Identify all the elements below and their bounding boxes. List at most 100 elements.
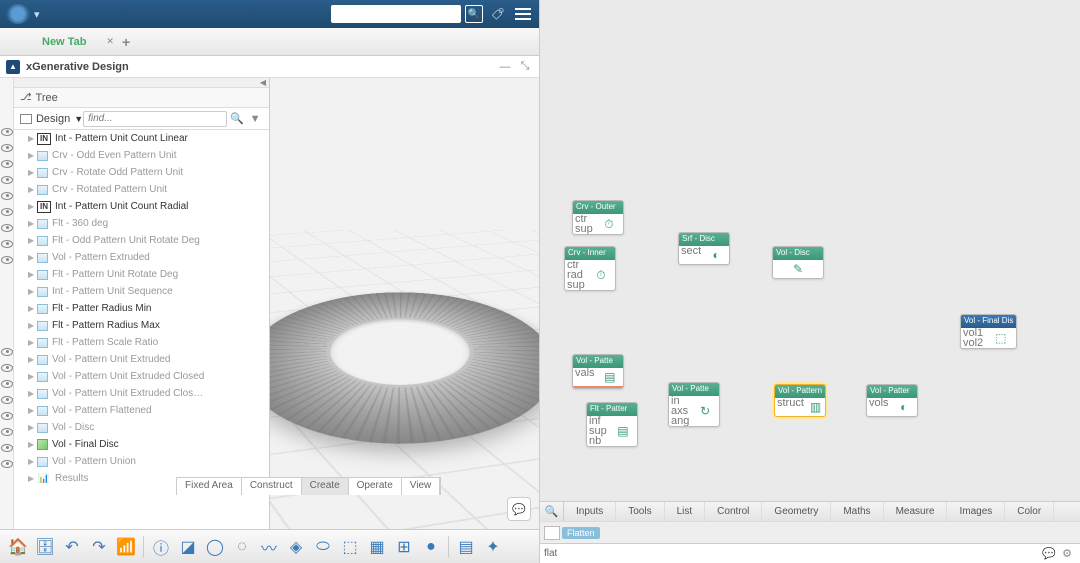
bottom-tab[interactable]: Create (302, 478, 349, 495)
eye-icon[interactable] (1, 240, 13, 248)
node-vol-patte-2[interactable]: Vol - Patte inaxsang↻ (668, 382, 720, 427)
category-tab[interactable]: Images (947, 502, 1005, 521)
tree-item[interactable]: ▶Vol - Pattern Union (14, 453, 269, 470)
design-label[interactable]: Design (36, 113, 70, 125)
cylinder-icon[interactable]: ⬭ (311, 535, 335, 559)
search-icon[interactable]: 🔍 (229, 111, 245, 127)
circle-icon[interactable]: ◯ (203, 535, 227, 559)
chat-icon[interactable]: 💬 (1040, 547, 1058, 560)
undo-icon[interactable]: ↶ (60, 535, 84, 559)
eye-icon[interactable] (1, 380, 13, 388)
expand-icon[interactable]: ▶ (28, 151, 36, 160)
node-vol-disc[interactable]: Vol - Disc ✎ (772, 246, 824, 279)
category-tab[interactable]: Geometry (762, 502, 831, 521)
expand-icon[interactable]: ▶ (28, 202, 36, 211)
tree-header[interactable]: ⎇ Tree (14, 88, 269, 108)
node-vol-patter[interactable]: Vol - Patter vols◐ (866, 384, 918, 417)
eye-icon[interactable] (1, 256, 13, 264)
tree-item[interactable]: ▶Vol - Pattern Flattened (14, 402, 269, 419)
expand-icon[interactable]: ▶ (28, 219, 36, 228)
expand-icon[interactable]: ▶ (28, 355, 36, 364)
eye-icon[interactable] (1, 428, 13, 436)
gear-icon[interactable]: ⚙ (1058, 547, 1076, 560)
node-vol-final-disc[interactable]: Vol - Final Dis vol1vol2⬚ (960, 314, 1017, 349)
info-icon[interactable]: ⓘ (149, 535, 173, 559)
tree-item[interactable]: ▶Flt - Pattern Radius Max (14, 317, 269, 334)
tree-item[interactable]: ▶Vol - Disc (14, 419, 269, 436)
expand-icon[interactable]: ▶ (28, 253, 36, 262)
search-input[interactable] (331, 5, 461, 23)
home-icon[interactable]: 🏠 (6, 535, 30, 559)
category-tab[interactable]: Control (705, 502, 762, 521)
tree-item[interactable]: ▶Crv - Rotated Pattern Unit (14, 181, 269, 198)
node-vol-pattern[interactable]: Vol - Pattern struct▥ (774, 384, 826, 417)
category-tab[interactable]: Maths (831, 502, 883, 521)
eye-icon[interactable] (1, 460, 13, 468)
plus-icon[interactable]: + (122, 34, 130, 50)
tree-item[interactable]: ▶Flt - Odd Pattern Unit Rotate Deg (14, 232, 269, 249)
expand-icon[interactable]: ▶ (28, 338, 36, 347)
category-tab[interactable]: Color (1005, 502, 1054, 521)
category-tab[interactable]: List (665, 502, 706, 521)
dashed-circle-icon[interactable]: ◌ (230, 535, 254, 559)
tree-item[interactable]: ▶Flt - Patter Radius Min (14, 300, 269, 317)
bottom-tab[interactable]: Construct (242, 478, 302, 495)
filter-input[interactable] (544, 548, 1040, 559)
eye-icon[interactable] (1, 224, 13, 232)
collapse-handle[interactable]: ◀ (14, 78, 269, 88)
node-srf-disc[interactable]: Srf - Disc sect◐ (678, 232, 730, 265)
settings-icon[interactable]: ✦ (481, 535, 505, 559)
expand-icon[interactable]: ▶ (28, 440, 36, 449)
sphere-icon[interactable]: ● (419, 535, 443, 559)
category-tab[interactable]: Measure (884, 502, 948, 521)
filter-icon[interactable]: ▼ (247, 111, 263, 127)
tag-icon[interactable]: 🏷 (489, 5, 507, 23)
tree-item[interactable]: ▶Vol - Final Disc (14, 436, 269, 453)
bottom-tab[interactable]: Fixed Area (177, 478, 242, 495)
minimize-icon[interactable]: — (497, 59, 513, 75)
eye-icon[interactable] (1, 208, 13, 216)
expand-icon[interactable]: ▶ (28, 236, 36, 245)
expand-icon[interactable]: ▶ (28, 270, 36, 279)
wireframe-icon[interactable]: ⊞ (392, 535, 416, 559)
eye-icon[interactable] (1, 412, 13, 420)
close-icon[interactable]: ✕ (106, 36, 114, 47)
bottom-tab[interactable]: View (402, 478, 441, 495)
search-icon[interactable]: 🔍 (465, 5, 483, 23)
redo-icon[interactable]: ↷ (87, 535, 111, 559)
tree-item[interactable]: ▶INInt - Pattern Unit Count Linear (14, 130, 269, 147)
expand-icon[interactable]: ▶ (28, 474, 36, 483)
expand-icon[interactable]: ▶ (28, 168, 36, 177)
expand-icon[interactable]: ▶ (28, 372, 36, 381)
compass-icon[interactable] (6, 4, 30, 24)
layers-icon[interactable]: ▤ (454, 535, 478, 559)
rss-icon[interactable]: 📶 (114, 535, 138, 559)
flatten-chip[interactable]: Flatten (562, 527, 600, 539)
tree-item[interactable]: ▶Vol - Pattern Extruded (14, 249, 269, 266)
tree-item[interactable]: ▶Vol - Pattern Unit Extruded Clos… (14, 385, 269, 402)
node-vol-patte-1[interactable]: Vol - Patte vals▤ (572, 354, 624, 389)
tree-item[interactable]: ▶Vol - Pattern Unit Extruded (14, 351, 269, 368)
shape-icon[interactable]: ◪ (176, 535, 200, 559)
tree-item[interactable]: ▶Flt - 360 deg (14, 215, 269, 232)
expand-icon[interactable]: ▶ (28, 185, 36, 194)
eye-icon[interactable] (1, 144, 13, 152)
node-graph[interactable]: Crv - Outer ctrsup⏱ Crv - Inner ctrradsu… (540, 0, 1080, 501)
tree-item[interactable]: ▶Crv - Rotate Odd Pattern Unit (14, 164, 269, 181)
tree-item[interactable]: ▶Crv - Odd Even Pattern Unit (14, 147, 269, 164)
expand-icon[interactable]: ▶ (28, 287, 36, 296)
expand-icon[interactable]: ▶ (28, 304, 36, 313)
wave-icon[interactable]: 〰 (257, 535, 281, 559)
node-crv-inner[interactable]: Crv - Inner ctrradsup⏱ (564, 246, 616, 291)
tree-item[interactable]: ▶Vol - Pattern Unit Extruded Closed (14, 368, 269, 385)
category-tab[interactable]: Inputs (564, 502, 616, 521)
expand-icon[interactable]: ▶ (28, 134, 36, 143)
eye-icon[interactable] (1, 128, 13, 136)
category-tab[interactable]: Tools (616, 502, 664, 521)
tree-item[interactable]: ▶Flt - Pattern Scale Ratio (14, 334, 269, 351)
expand-icon[interactable]: ▶ (28, 457, 36, 466)
viewport-3d[interactable]: 💬 (270, 78, 539, 529)
eye-icon[interactable] (1, 192, 13, 200)
eye-icon[interactable] (1, 160, 13, 168)
eye-icon[interactable] (1, 348, 13, 356)
